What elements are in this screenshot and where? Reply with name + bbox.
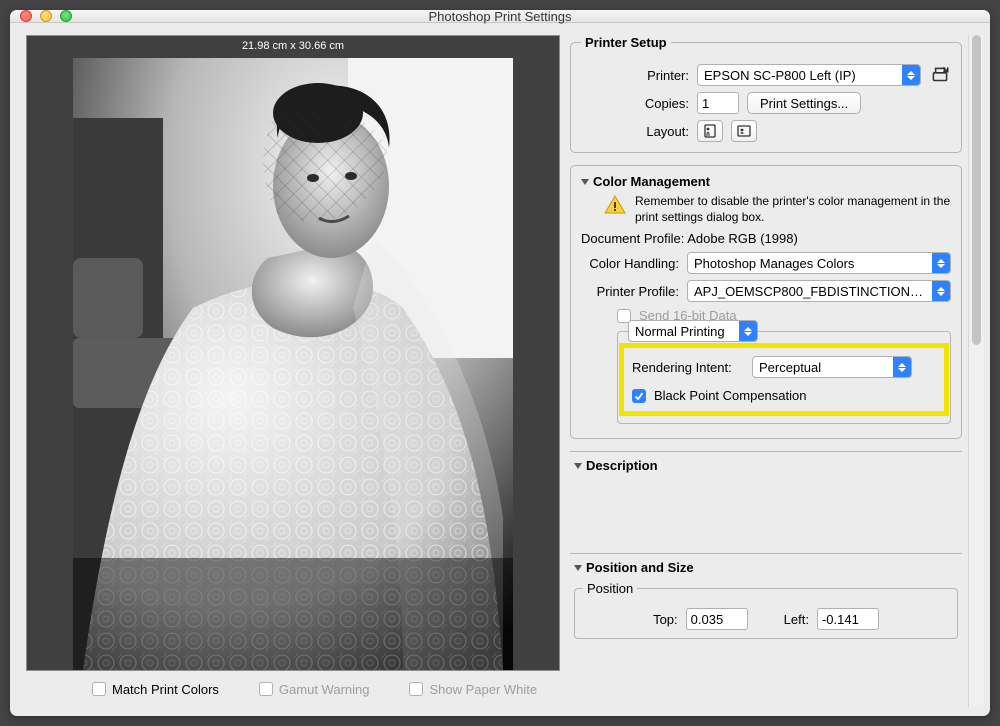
triangle-down-icon (581, 179, 589, 185)
layout-portrait-button[interactable] (697, 120, 723, 142)
document-profile: Document Profile: Adobe RGB (1998) (581, 231, 951, 246)
match-print-colors-label: Match Print Colors (112, 682, 219, 697)
chevron-up-down-icon (902, 65, 920, 85)
black-point-compensation-checkbox[interactable] (632, 389, 646, 403)
window-title: Photoshop Print Settings (10, 10, 990, 24)
gamut-warning-label: Gamut Warning (279, 682, 370, 697)
rendering-intent-highlight: Rendering Intent: Perceptual (622, 346, 946, 413)
titlebar: Photoshop Print Settings (10, 10, 990, 23)
show-paper-white-label: Show Paper White (429, 682, 537, 697)
match-print-colors-checkbox[interactable]: Match Print Colors (92, 682, 219, 697)
preview-pane: 21.98 cm x 30.66 cm (10, 23, 570, 707)
printer-value: EPSON SC-P800 Left (IP) (698, 68, 902, 83)
copies-label: Copies: (581, 96, 689, 111)
triangle-down-icon (574, 565, 582, 571)
settings-pane: Printer Setup Printer: EPSON SC-P800 Lef… (570, 23, 990, 707)
position-size-disclosure[interactable]: Position and Size (574, 560, 958, 575)
printer-profile-select[interactable]: APJ_OEMSCP800_FBDISTINCTION_... (687, 280, 951, 302)
description-section: Description (570, 451, 962, 541)
preview-area: 21.98 cm x 30.66 cm (26, 35, 560, 671)
position-group: Position Top: Left: (574, 581, 958, 639)
top-label: Top: (653, 612, 678, 627)
color-handling-label: Color Handling: (581, 256, 679, 271)
chevron-up-down-icon (893, 357, 911, 377)
color-management-title: Color Management (593, 174, 710, 189)
layout-landscape-button[interactable] (731, 120, 757, 142)
print-mode-select[interactable]: Normal Printing (628, 320, 758, 342)
printer-profile-value: APJ_OEMSCP800_FBDISTINCTION_... (688, 284, 932, 299)
position-title: Position (583, 581, 637, 596)
print-mode-value: Normal Printing (629, 324, 739, 339)
printer-select[interactable]: EPSON SC-P800 Left (IP) (697, 64, 921, 86)
dialog-footer: Cancel Done Print (10, 707, 990, 716)
print-mode-group: Normal Printing Rendering Intent: Percep… (617, 331, 951, 424)
preview-image (73, 58, 513, 670)
left-label: Left: (784, 612, 809, 627)
triangle-down-icon (574, 463, 582, 469)
scrollbar-thumb[interactable] (972, 35, 981, 345)
printer-setup-group: Printer Setup Printer: EPSON SC-P800 Lef… (570, 35, 962, 153)
printer-profile-label: Printer Profile: (581, 284, 679, 299)
color-management-section: Color Management Remember to disable the… (570, 165, 962, 439)
position-size-title: Position and Size (586, 560, 694, 575)
color-management-disclosure[interactable]: Color Management (581, 174, 951, 189)
print-settings-button[interactable]: Print Settings... (747, 92, 861, 114)
preview-dimensions: 21.98 cm x 30.66 cm (27, 40, 559, 52)
minimize-icon[interactable] (40, 10, 52, 22)
top-input[interactable] (686, 608, 748, 630)
printer-label: Printer: (581, 68, 689, 83)
rendering-intent-value: Perceptual (753, 360, 893, 375)
black-point-compensation-label: Black Point Compensation (654, 388, 806, 403)
chevron-up-down-icon (739, 321, 757, 341)
warning-icon (603, 193, 627, 225)
settings-scrollbar[interactable] (968, 35, 984, 707)
print-settings-window: Photoshop Print Settings 21.98 cm x 30.6… (10, 10, 990, 716)
left-input[interactable] (817, 608, 879, 630)
copies-input[interactable] (697, 92, 739, 114)
close-icon[interactable] (20, 10, 32, 22)
color-handling-value: Photoshop Manages Colors (688, 256, 932, 271)
printer-shortcut-icon[interactable] (929, 64, 951, 86)
show-paper-white-checkbox: Show Paper White (409, 682, 537, 697)
color-management-warning: Remember to disable the printer's color … (635, 193, 951, 225)
layout-label: Layout: (581, 124, 689, 139)
position-size-section: Position and Size Position Top: Left: (570, 553, 962, 639)
zoom-icon[interactable] (60, 10, 72, 22)
gamut-warning-checkbox: Gamut Warning (259, 682, 370, 697)
description-title: Description (586, 458, 658, 473)
chevron-up-down-icon (932, 281, 950, 301)
preview-options: Match Print Colors Gamut Warning Show Pa… (26, 671, 560, 707)
rendering-intent-label: Rendering Intent: (626, 360, 744, 375)
chevron-up-down-icon (932, 253, 950, 273)
printer-setup-title: Printer Setup (581, 35, 671, 50)
color-handling-select[interactable]: Photoshop Manages Colors (687, 252, 951, 274)
description-disclosure[interactable]: Description (574, 458, 958, 473)
rendering-intent-select[interactable]: Perceptual (752, 356, 912, 378)
